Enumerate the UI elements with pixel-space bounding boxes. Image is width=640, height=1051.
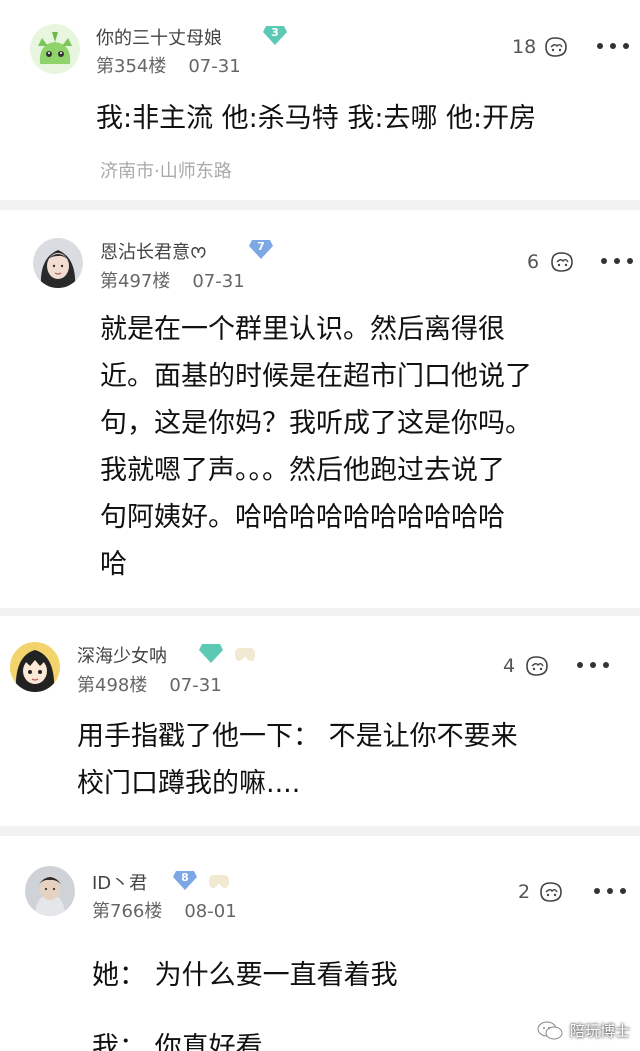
like-icon[interactable] [548, 250, 576, 274]
girl-photo-avatar-icon [33, 238, 83, 288]
boy-photo-avatar-icon [25, 866, 75, 916]
watermark-text: 陪玩博士 [569, 1021, 630, 1040]
username[interactable]: 恩沾长君意ᰔ [100, 238, 207, 267]
avatar[interactable] [30, 24, 80, 74]
floor-number: 第766楼 [92, 901, 163, 922]
comment-text: 用手指戳了他一下： 不是让你不要来 校门口蹲我的嘛.... [77, 721, 518, 799]
level-badge: 7 [248, 238, 274, 260]
level-badge [198, 642, 224, 664]
like-count: 4 [503, 655, 516, 677]
like-count: 18 [512, 36, 537, 58]
more-options-button[interactable] [597, 43, 631, 51]
comment-feed: 你的三十丈母娘 3 第354楼 07-31 18 我:非主流 他:杀马特 我:去哪… [0, 0, 640, 1051]
divider [0, 826, 640, 836]
gamepad-icon [206, 871, 232, 891]
avatar[interactable] [25, 866, 75, 916]
floor-number: 第498楼 [77, 675, 148, 696]
floor-info: 第498楼 07-31 [77, 671, 222, 697]
more-options-button[interactable] [594, 888, 628, 896]
comment-text: 我:非主流 他:杀马特 我:去哪 他:开房 [96, 103, 537, 134]
like-count: 6 [527, 251, 540, 273]
comment-card: 你的三十丈母娘 3 第354楼 07-31 18 我:非主流 他:杀马特 我:去哪… [0, 0, 640, 205]
floor-info: 第766楼 08-01 [92, 897, 237, 923]
avatar[interactable] [33, 238, 83, 288]
more-options-button[interactable] [577, 662, 611, 670]
like-icon[interactable] [542, 35, 570, 59]
floor-number: 第497楼 [100, 271, 171, 292]
level-badge: 3 [262, 24, 288, 46]
post-date: 07-31 [188, 56, 241, 77]
location-tag: 济南市·山师东路 [100, 161, 232, 182]
post-date: 07-31 [169, 675, 222, 696]
comment-card: 恩沾长君意ᰔ 7 第497楼 07-31 6 就是在一个群里认识。然后离得很 近。… [0, 210, 640, 610]
like-icon[interactable] [523, 654, 551, 678]
username[interactable]: 深海少女呐 [77, 642, 167, 668]
avatar[interactable] [10, 642, 60, 692]
gamepad-icon [232, 644, 258, 664]
anime-girl-avatar-icon [10, 642, 60, 692]
floor-info: 第497楼 07-31 [100, 267, 245, 293]
post-date: 08-01 [184, 901, 237, 922]
like-icon[interactable] [537, 880, 565, 904]
like-count: 2 [518, 881, 531, 903]
more-options-button[interactable] [601, 258, 635, 266]
floor-info: 第354楼 07-31 [96, 52, 241, 78]
divider [0, 200, 640, 210]
comment-text: 就是在一个群里认识。然后离得很 近。面基的时候是在超市门口他说了 句，这是你妈？… [100, 314, 532, 580]
post-date: 07-31 [192, 271, 245, 292]
username[interactable]: ID丶君 [92, 869, 147, 895]
comment-card: 深海少女呐 第498楼 07-31 4 用手指戳了他一下： 不是让你不要来 校门口… [0, 616, 640, 826]
divider [0, 608, 640, 616]
wechat-official-icon [537, 1021, 563, 1040]
comment-text: 她： 为什么要一直看着我 我： 你真好看 [92, 960, 398, 1051]
green-creature-avatar-icon [30, 24, 80, 74]
level-badge: 8 [172, 869, 198, 891]
floor-number: 第354楼 [96, 56, 167, 77]
watermark: 陪玩博士 [536, 1013, 630, 1047]
username[interactable]: 你的三十丈母娘 [96, 24, 222, 50]
